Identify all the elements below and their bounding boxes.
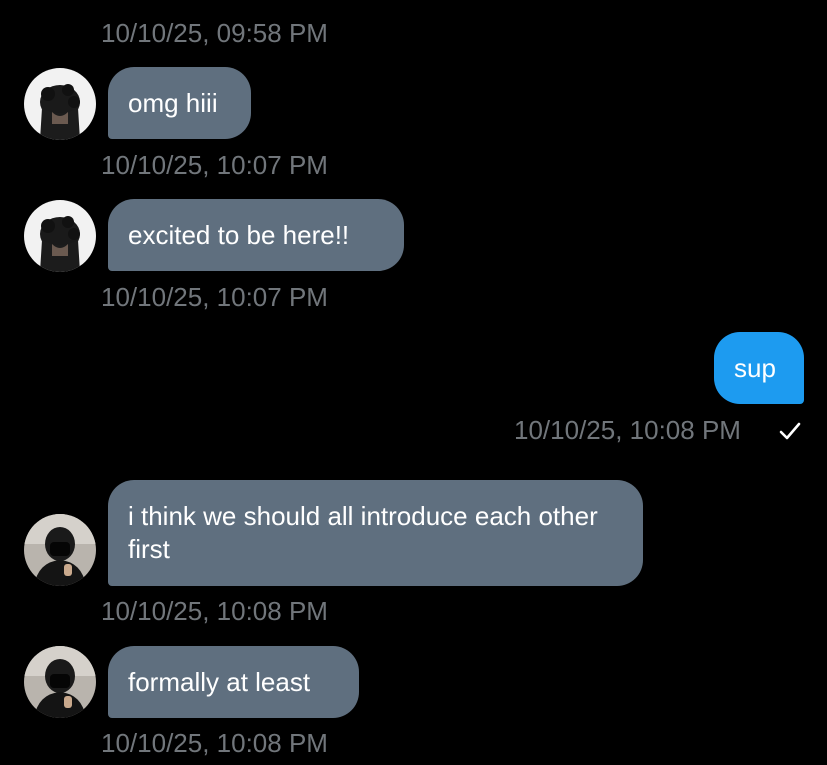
message-timestamp: 10/10/25, 10:08 PM bbox=[514, 415, 741, 445]
user-avatar[interactable] bbox=[24, 68, 96, 140]
user-avatar[interactable] bbox=[24, 646, 96, 718]
message-timestamp: 10/10/25, 09:58 PM bbox=[101, 18, 328, 48]
message-timestamp: 10/10/25, 10:08 PM bbox=[101, 728, 328, 758]
message-bubble[interactable]: sup bbox=[714, 332, 804, 404]
avatar-dark-hair-bun-icon bbox=[24, 200, 96, 272]
message-timestamp: 10/10/25, 10:07 PM bbox=[101, 282, 328, 312]
message-bubble[interactable]: i think we should all introduce each oth… bbox=[108, 480, 643, 586]
message-timestamp: 10/10/25, 10:08 PM bbox=[101, 596, 328, 626]
user-avatar[interactable] bbox=[24, 514, 96, 586]
message-timestamp: 10/10/25, 10:07 PM bbox=[101, 150, 328, 180]
user-avatar[interactable] bbox=[24, 200, 96, 272]
avatar-masked-person-icon bbox=[24, 514, 96, 586]
message-bubble[interactable]: formally at least bbox=[108, 646, 359, 718]
message-bubble[interactable]: omg hiii bbox=[108, 67, 251, 139]
avatar-masked-person-icon bbox=[24, 646, 96, 718]
avatar-dark-hair-bun-icon bbox=[24, 68, 96, 140]
checkmark-icon bbox=[779, 422, 801, 440]
message-bubble[interactable]: excited to be here!! bbox=[108, 199, 404, 271]
